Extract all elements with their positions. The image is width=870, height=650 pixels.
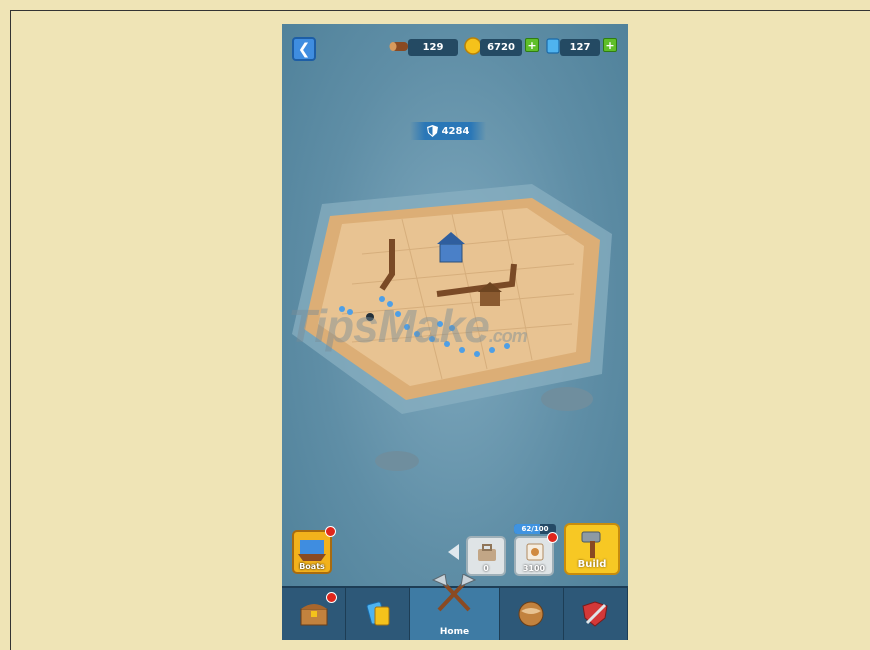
shield-icon: [426, 125, 438, 137]
scroll-left-arrow[interactable]: [448, 544, 459, 560]
plus-icon: +: [605, 38, 615, 52]
shield-sword-icon: [582, 601, 608, 627]
tab-home-label: Home: [439, 627, 470, 637]
treasure-chest-icon: [300, 604, 328, 626]
tab-world[interactable]: [500, 588, 564, 640]
toolbox-count: 0: [483, 564, 489, 573]
wood-counter: 129: [408, 39, 458, 56]
shield-value: 4284: [441, 125, 470, 137]
gem-counter: 127: [560, 39, 600, 56]
scroll-cost: 3100: [522, 564, 546, 573]
back-button[interactable]: ❮: [292, 37, 316, 61]
rock-2: [375, 451, 419, 471]
bottom-nav: Home: [282, 574, 628, 640]
add-gem-button[interactable]: +: [603, 38, 617, 52]
plus-icon: +: [527, 38, 537, 52]
town-hall: [439, 243, 463, 263]
crossed-axes-icon: [432, 574, 477, 612]
toolbox-slot[interactable]: 0: [466, 536, 506, 576]
watermark: TipsMake.com: [288, 300, 528, 352]
build-button[interactable]: Build: [564, 523, 620, 575]
frame-border-top: [10, 10, 870, 11]
scroll-icon: [526, 543, 544, 561]
add-gold-button[interactable]: +: [525, 38, 539, 52]
log-icon: [389, 42, 408, 51]
build-label: Build: [577, 559, 607, 570]
boats-label: Boats: [299, 562, 325, 571]
scroll-slot[interactable]: 3100: [514, 532, 558, 576]
cards-icon: [366, 601, 390, 626]
globe-icon: [518, 601, 544, 627]
tab-cards[interactable]: [346, 588, 411, 640]
boats-button[interactable]: Boats: [292, 526, 336, 574]
tab-chest[interactable]: [282, 588, 347, 640]
chevron-left-icon: ❮: [297, 40, 311, 58]
chest-notification-dot: [326, 592, 338, 603]
gold-counter: 6720: [480, 39, 522, 56]
hammer-icon: [581, 531, 601, 558]
tab-home[interactable]: Home: [410, 574, 500, 640]
resource-bar: ❮ 129 6720 + 127 +: [282, 36, 628, 61]
capacity-label: 62/100: [521, 525, 549, 533]
boats-notification-dot: [325, 526, 336, 537]
rock-1: [541, 387, 593, 411]
game-screen: ❮ 129 6720 + 127 + 4284 TipsMake.com Boa…: [282, 24, 628, 640]
ship-icon: [298, 540, 326, 561]
toolbox-icon: [478, 544, 496, 561]
frame-border-left: [10, 10, 11, 650]
shield-rating: 4284: [410, 122, 486, 140]
tab-battle[interactable]: [564, 588, 628, 640]
scroll-notification-dot: [547, 532, 558, 543]
